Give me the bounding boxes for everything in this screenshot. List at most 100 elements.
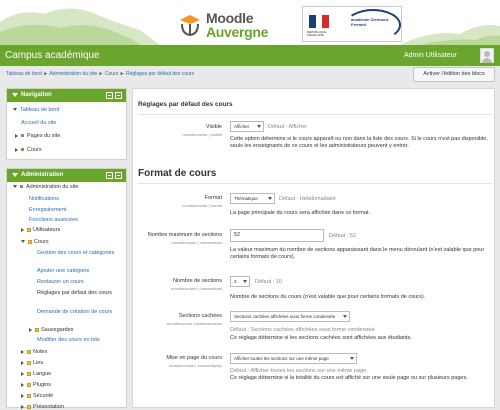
nav-item-site-pages[interactable]: Pages du site (15, 133, 60, 139)
setting-label-visible: Visible (205, 124, 222, 130)
settings-panel: Réglages par défaut des cours Visible mo… (132, 88, 495, 408)
dock-icon[interactable] (106, 172, 113, 179)
nav-item-dashboard[interactable]: Tableau de bord (13, 107, 59, 113)
chevron-down-icon (343, 315, 347, 318)
admin-item-label: Demande de création de cours (37, 309, 113, 315)
coursedisplay-select[interactable]: Afficher toutes les sections sur une mêm… (230, 353, 357, 364)
administration-block-header[interactable]: Administration (7, 169, 126, 182)
folder-icon (27, 404, 31, 409)
site-title-link[interactable]: Campus académique (5, 50, 100, 61)
setting-default-hiddensections: Défaut : Sections cachées affichées sous… (230, 327, 375, 333)
breadcrumb-dashboard[interactable]: Tableau de bord (6, 71, 42, 77)
navigation-block-header[interactable]: Navigation (7, 89, 126, 102)
expand-arrow-icon (21, 240, 25, 244)
bullet-icon (20, 185, 23, 189)
collapse-caret-icon[interactable] (12, 173, 18, 177)
admin-item-users[interactable]: Utilisateurs (21, 227, 60, 233)
expand-arrow-icon (21, 393, 24, 398)
admin-item-advanced-features[interactable]: Fonctions avancées (29, 217, 78, 223)
section-title-course-format: Format de cours (138, 168, 217, 179)
divider (138, 183, 492, 184)
admin-item-course-defaults[interactable]: Réglages par défaut des cours (37, 289, 121, 297)
admin-item-label: Plugins (33, 382, 52, 388)
admin-item-label: Présentation (33, 404, 64, 410)
breadcrumb-courses[interactable]: Cours (105, 71, 118, 77)
folder-icon (27, 382, 31, 387)
breadcrumb: Tableau de bord ► Administration du site… (6, 71, 194, 77)
breadcrumb-current[interactable]: Réglages par défaut des cours (126, 71, 194, 77)
collapse-caret-icon[interactable] (12, 93, 18, 97)
admin-item-label: Notifications (29, 196, 59, 202)
visible-select[interactable]: Afficher (230, 121, 264, 132)
numsections-select-value: 3 (234, 279, 237, 284)
setting-help-format: La page principale du cours sera affiché… (230, 210, 370, 216)
administration-block-title: Administration (21, 172, 64, 178)
admin-item-label: Cours (34, 239, 49, 245)
expand-arrow-icon (29, 327, 32, 332)
admin-item-site-admin[interactable]: Administration du site (13, 184, 79, 190)
setting-default-format: Défaut : Hebdomadaire (279, 196, 336, 202)
admin-item-label: Enregistrement (29, 207, 67, 213)
expand-arrow-icon (21, 382, 24, 387)
breadcrumb-separator: ► (119, 71, 125, 77)
admin-item-courses[interactable]: Cours (21, 239, 49, 245)
hiddensections-select[interactable]: Sections cachées affichées sous forme co… (230, 311, 350, 322)
setting-label-maxsections: Nombre maximum de sections (147, 232, 222, 238)
admin-item-backups[interactable]: Sauvegardes (29, 327, 73, 333)
site-banner: Moodle Auvergne RÉPUBLIQUE FRANÇAISE aca… (0, 0, 500, 45)
admin-item-bulk-edit[interactable]: Modifier des cours en lots (37, 337, 100, 343)
nav-item-courses[interactable]: Cours (15, 147, 42, 153)
top-navbar: Campus académique Admin Utilisateur (0, 45, 500, 66)
setting-help-visible: Cette option détermine si le cours appar… (230, 136, 488, 149)
expand-arrow-icon (21, 360, 24, 365)
admin-item-label: Utilisateurs (33, 227, 61, 233)
admin-item-course-requests[interactable]: Demande de création de cours (37, 308, 121, 316)
chevron-down-icon (243, 280, 247, 283)
nav-item-label: Cours (27, 147, 42, 153)
admin-item-appearance[interactable]: Présentation (21, 404, 64, 410)
user-avatar[interactable] (480, 48, 494, 63)
hiddensections-select-value: Sections cachées affichées sous forme co… (234, 314, 336, 319)
admin-item-add-category[interactable]: Ajouter une catégorie (37, 268, 89, 274)
admin-item-location[interactable]: Lieu (21, 360, 43, 366)
admin-item-label: Fonctions avancées (29, 217, 78, 223)
nav-item-site-home[interactable]: Accueil du site (21, 120, 56, 126)
expand-arrow-icon (21, 349, 24, 354)
folder-icon (27, 360, 31, 365)
admin-item-label: Gestion des cours et catégories (37, 250, 115, 256)
navigation-block: Navigation Tableau de bord Accueil du si… (6, 88, 127, 160)
admin-item-security[interactable]: Sécurité (21, 393, 53, 399)
folder-icon (27, 371, 31, 376)
enable-block-editing-button[interactable]: Activer l'édition des blocs (413, 67, 495, 82)
dock-icon[interactable] (106, 92, 113, 99)
bullet-icon (21, 148, 24, 152)
section-title-course-defaults: Réglages par défaut des cours (138, 101, 233, 108)
block-actions-icon[interactable] (115, 172, 122, 179)
chevron-down-icon (257, 125, 261, 128)
folder-icon (35, 327, 39, 332)
block-actions-icon[interactable] (115, 92, 122, 99)
chevron-down-icon (268, 197, 272, 200)
maxsections-input[interactable]: 52 (230, 229, 324, 242)
expand-arrow-icon (21, 404, 24, 409)
folder-icon (28, 239, 32, 244)
admin-item-notifications[interactable]: Notifications (29, 196, 59, 202)
setting-label-numsections: Nombre de sections (173, 278, 222, 284)
admin-item-grades[interactable]: Notes (21, 349, 47, 355)
admin-item-restore-course[interactable]: Restaurer un cours (37, 279, 84, 285)
expand-arrow-icon (21, 371, 24, 376)
setting-help-coursedisplay: Ce réglage détermine si la totalité du c… (230, 375, 468, 381)
nav-item-label: Tableau de bord (20, 107, 60, 113)
setting-label-hiddensections: Sections cachées (178, 313, 222, 319)
moodle-auvergne-logo[interactable]: Moodle Auvergne (178, 8, 270, 40)
user-menu[interactable]: Admin Utilisateur (404, 52, 457, 59)
admin-item-registration[interactable]: Enregistrement (29, 207, 66, 213)
numsections-select[interactable]: 3 (230, 276, 250, 287)
format-select[interactable]: Thématique (230, 193, 275, 204)
admin-item-label: Ajouter une catégorie (37, 268, 90, 274)
admin-item-manage-courses[interactable]: Gestion des cours et catégories (37, 249, 121, 257)
setting-key-coursedisplay: moodlecourse | coursedisplay (169, 363, 222, 368)
breadcrumb-site-admin[interactable]: Administration du site (49, 71, 97, 77)
admin-item-plugins[interactable]: Plugins (21, 382, 51, 388)
admin-item-language[interactable]: Langue (21, 371, 51, 377)
